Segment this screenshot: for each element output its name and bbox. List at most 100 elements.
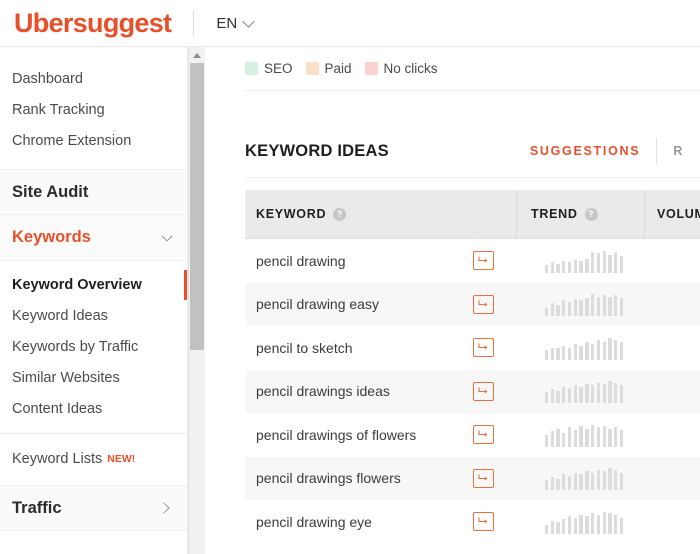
sidebar-item-keywords-by-traffic[interactable]: Keywords by Traffic <box>0 331 187 362</box>
cell-keyword: pencil drawings ideas <box>245 370 517 414</box>
sidebar-item-label: Chrome Extension <box>12 132 132 149</box>
language-selector[interactable]: EN <box>216 14 256 32</box>
chart-legend: SEO Paid No clicks <box>245 47 700 91</box>
sidebar-item-label: Keyword Lists <box>12 450 103 467</box>
arrow-right-icon <box>478 474 488 481</box>
legend-swatch <box>245 62 258 75</box>
table-row[interactable]: pencil drawings flowers <box>245 456 700 501</box>
tab-suggestions[interactable]: SUGGESTIONS <box>514 144 656 158</box>
table-row[interactable]: pencil to sketch <box>245 326 700 370</box>
cell-trend <box>517 500 645 544</box>
scrollbar-thumb[interactable] <box>190 63 204 350</box>
cell-trend <box>517 457 645 501</box>
keyword-text: pencil drawing easy <box>256 296 379 313</box>
app-root: Ubersuggest EN Dashboard Rank Tracking C… <box>0 0 700 554</box>
tab-bar: SUGGESTIONS R <box>514 125 700 177</box>
sidebar-item-keyword-lists[interactable]: Keyword Lists NEW! <box>0 443 187 474</box>
trend-sparkline <box>544 292 624 317</box>
cell-volume <box>645 413 700 457</box>
sidebar-item-dashboard[interactable]: Dashboard <box>0 63 187 94</box>
cell-volume <box>645 239 700 283</box>
sidebar-item-chrome-extension[interactable]: Chrome Extension <box>0 125 187 156</box>
cell-trend <box>517 370 645 414</box>
arrow-right-icon <box>478 387 488 394</box>
table-row[interactable]: pencil drawing easy <box>245 282 700 327</box>
cell-trend <box>517 413 645 457</box>
table-row[interactable]: pencil drawings of flowers <box>245 413 700 457</box>
new-badge: NEW! <box>107 452 136 465</box>
open-keyword-button[interactable] <box>473 381 494 401</box>
sidebar-group-traffic[interactable]: Traffic <box>0 485 187 531</box>
open-keyword-button[interactable] <box>473 338 494 358</box>
column-header-label: VOLUM <box>657 207 700 221</box>
sidebar-item-keyword-ideas[interactable]: Keyword Ideas <box>0 300 187 331</box>
sidebar-item-label: Rank Tracking <box>12 101 105 118</box>
app-logo[interactable]: Ubersuggest <box>14 8 172 39</box>
chevron-right-icon <box>158 502 170 514</box>
sidebar-item-content-ideas[interactable]: Content Ideas <box>0 393 187 424</box>
legend-item-seo[interactable]: SEO <box>245 61 293 76</box>
table-row[interactable]: pencil drawings ideas <box>245 369 700 414</box>
cell-volume <box>645 326 700 370</box>
cell-keyword: pencil drawings of flowers <box>245 413 517 457</box>
column-header-trend[interactable]: TREND ? <box>517 190 645 238</box>
chevron-down-icon <box>161 229 173 242</box>
sidebar-group-keywords[interactable]: Keywords <box>0 215 187 261</box>
open-keyword-button[interactable] <box>473 251 494 271</box>
tab-related[interactable]: R <box>657 144 700 158</box>
legend-label: SEO <box>264 61 293 76</box>
keyword-text: pencil to sketch <box>256 339 353 356</box>
trend-sparkline <box>544 510 624 534</box>
trend-sparkline <box>544 336 624 360</box>
column-header-volume[interactable]: VOLUM <box>645 190 700 238</box>
keyword-text: pencil drawings ideas <box>256 383 390 400</box>
sidebar-item-label: Content Ideas <box>12 400 103 417</box>
scroll-up-button[interactable] <box>189 47 205 63</box>
table-row[interactable]: pencil drawing eye <box>245 500 700 544</box>
open-keyword-button[interactable] <box>473 425 494 445</box>
sidebar-item-rank-tracking[interactable]: Rank Tracking <box>0 94 187 125</box>
sidebar-group-label: Traffic <box>12 498 62 517</box>
column-header-label: TREND <box>531 207 578 221</box>
table-body: pencil drawing pencil drawing easy pencil … <box>245 239 700 544</box>
column-header-keyword[interactable]: KEYWORD ? <box>245 190 517 238</box>
trend-sparkline <box>544 466 624 491</box>
sidebar-item-similar-websites[interactable]: Similar Websites <box>0 362 187 393</box>
cell-volume <box>645 500 700 544</box>
chevron-down-icon <box>242 14 256 28</box>
sidebar-group-site-audit[interactable]: Site Audit <box>0 169 187 215</box>
legend-item-paid[interactable]: Paid <box>305 61 352 76</box>
legend-label: Paid <box>324 61 352 76</box>
cell-trend <box>517 283 645 327</box>
sidebar-item-label: Keyword Overview <box>12 276 142 293</box>
sidebar: Dashboard Rank Tracking Chrome Extension… <box>0 47 188 554</box>
table-header-row: KEYWORD ? TREND ? VOLUM <box>245 190 700 239</box>
open-keyword-button[interactable] <box>473 512 494 532</box>
trend-sparkline <box>544 249 624 273</box>
trend-sparkline <box>544 379 624 404</box>
sidebar-item-keyword-overview[interactable]: Keyword Overview <box>0 269 187 300</box>
legend-item-no-clicks[interactable]: No clicks <box>364 61 438 76</box>
arrow-right-icon <box>478 343 488 350</box>
header-divider <box>193 10 195 36</box>
language-label: EN <box>216 14 238 32</box>
cell-keyword: pencil to sketch <box>245 326 517 370</box>
sidebar-group-label: Site Audit <box>12 182 89 201</box>
app-header: Ubersuggest EN <box>0 0 700 47</box>
cell-volume <box>645 283 700 327</box>
sidebar-item-label: Keywords by Traffic <box>12 338 139 355</box>
legend-swatch <box>305 62 319 75</box>
open-keyword-button[interactable] <box>473 294 494 314</box>
arrow-right-icon <box>478 430 488 437</box>
cell-volume <box>645 370 700 414</box>
sidebar-divider <box>0 433 187 434</box>
sidebar-scrollbar[interactable] <box>188 47 205 554</box>
legend-swatch <box>364 62 378 75</box>
column-header-label: KEYWORD <box>256 207 327 221</box>
open-keyword-button[interactable] <box>473 468 494 488</box>
sidebar-group-label: Keywords <box>12 228 91 246</box>
table-row[interactable]: pencil drawing <box>245 239 700 283</box>
help-icon[interactable]: ? <box>333 207 347 221</box>
sidebar-item-label: Keyword Ideas <box>12 307 108 324</box>
help-icon[interactable]: ? <box>584 207 598 221</box>
